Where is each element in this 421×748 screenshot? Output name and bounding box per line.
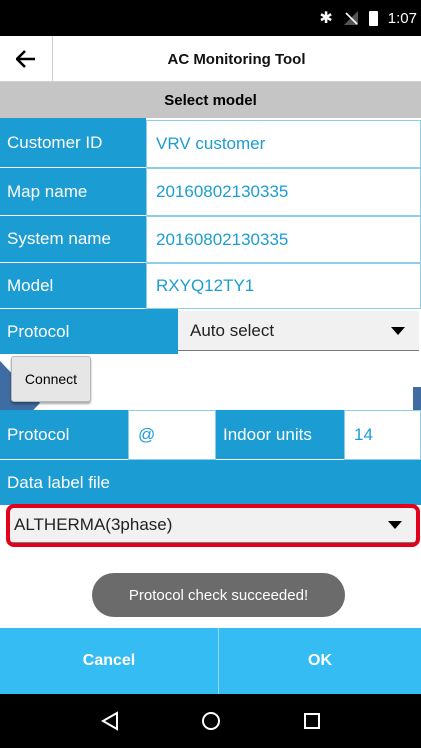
footer-buttons: Cancel OK — [0, 628, 421, 694]
protocol-label: Protocol — [0, 309, 178, 355]
app-bar: AC Monitoring Tool — [0, 36, 421, 82]
ok-button[interactable]: OK — [219, 628, 421, 694]
bluetooth-icon: ✱ — [319, 10, 333, 27]
status-bar: ✱ 1:07 — [0, 0, 421, 36]
connect-button[interactable]: Connect — [11, 356, 91, 402]
highlight-box — [6, 504, 420, 547]
dropdown-caret-icon — [391, 326, 405, 335]
indoor-units-value: 14 — [344, 410, 421, 460]
no-signal-icon — [343, 11, 358, 25]
nav-home-icon[interactable] — [181, 694, 241, 748]
result-protocol-label: Protocol — [0, 410, 128, 460]
toast-message: Protocol check succeeded! — [92, 573, 345, 617]
system-name-label: System name — [0, 216, 146, 263]
navigation-bar — [0, 694, 421, 748]
status-time: 1:07 — [387, 9, 417, 27]
model-field[interactable]: RXYQ12TY1 — [146, 263, 421, 309]
page-title: AC Monitoring Tool — [167, 50, 306, 68]
protocol-dropdown[interactable]: Auto select — [178, 311, 419, 351]
back-arrow-icon[interactable] — [6, 39, 46, 79]
map-name-field[interactable]: 20160802130335 — [146, 168, 421, 216]
system-name-field[interactable]: 20160802130335 — [146, 216, 421, 263]
customer-id-label: Customer ID — [0, 118, 146, 168]
battery-icon — [368, 10, 378, 26]
nav-recents-icon[interactable] — [282, 694, 342, 748]
model-label: Model — [0, 263, 146, 309]
data-label-file-label: Data label file — [0, 460, 421, 506]
protocol-dropdown-value: Auto select — [190, 320, 275, 340]
result-protocol-value: @ — [128, 410, 216, 460]
nav-back-icon[interactable] — [80, 694, 140, 748]
indoor-units-label: Indoor units — [216, 410, 344, 460]
customer-id-field[interactable]: VRV customer — [146, 120, 421, 168]
map-name-label: Map name — [0, 168, 146, 216]
cancel-button[interactable]: Cancel — [0, 628, 218, 694]
section-header: Select model — [0, 82, 421, 118]
